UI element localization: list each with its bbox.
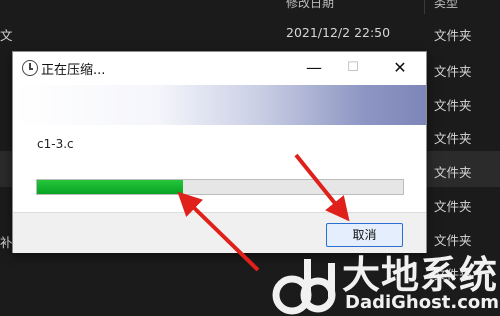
watermark-text: 大地系统	[342, 253, 499, 297]
watermark-logo	[272, 259, 336, 315]
watermark-url: DadiGhost.com	[345, 292, 500, 313]
arrow-to-cancel	[294, 153, 350, 222]
arrow-to-progress	[177, 191, 260, 272]
